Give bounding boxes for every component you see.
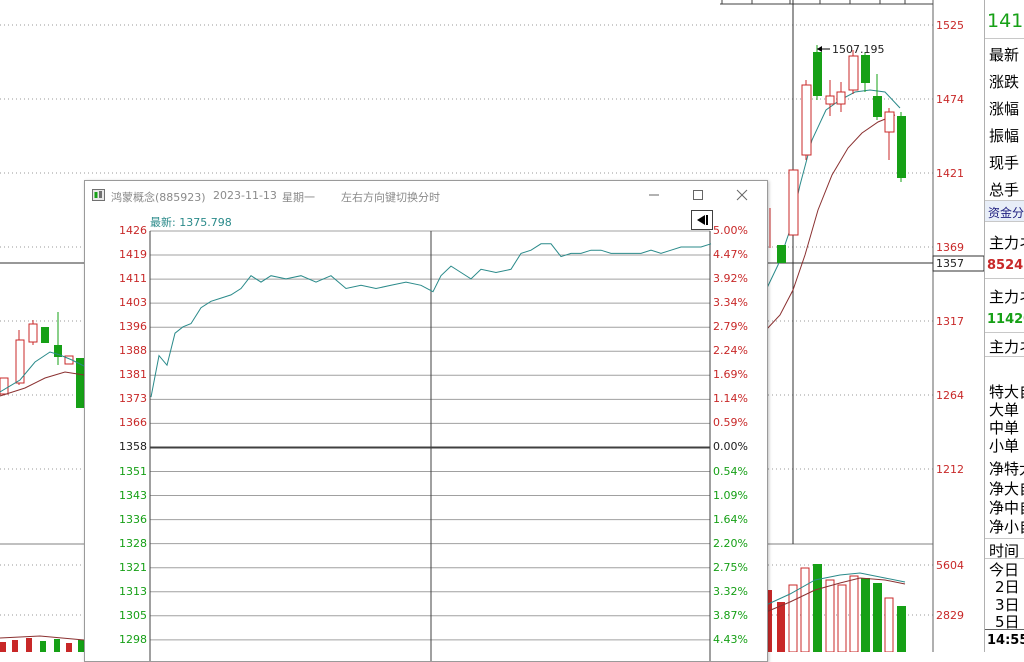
- intraday-price-tick: 1328: [119, 536, 147, 550]
- intraday-price-tick: 1305: [119, 608, 147, 622]
- intraday-price-tick: 1313: [119, 584, 147, 598]
- intraday-pct-tick: 3.92%: [713, 272, 748, 286]
- order-label: 净小自: [989, 518, 1024, 536]
- latest-price-value: 141: [987, 10, 1024, 32]
- order-label: 净大自: [989, 480, 1024, 498]
- order-label: 净中自: [989, 499, 1024, 517]
- quote-info-panel: 141 最新 涨跌 涨幅 振幅 现手 总手 资金分 主力ネ 85248 主力ネ …: [984, 0, 1024, 652]
- intraday-pct-tick: 4.43%: [713, 632, 748, 646]
- intraday-price-tick: 1336: [119, 512, 147, 526]
- intraday-price-tick: 1396: [119, 320, 147, 334]
- intraday-gridlines: [150, 230, 710, 641]
- price-tick: 1369: [936, 241, 964, 254]
- intraday-price-tick: 1343: [119, 488, 147, 502]
- intraday-pct-tick: 0.59%: [713, 416, 748, 430]
- intraday-price-tick: 1381: [119, 368, 147, 382]
- label-amplitude: 振幅: [989, 127, 1020, 145]
- intraday-price-tick: 1419: [119, 248, 147, 262]
- label-current-volume: 现手: [989, 154, 1020, 172]
- label-latest: 最新: [989, 46, 1020, 64]
- intraday-price-tick: 1321: [119, 560, 147, 574]
- intraday-pct-tick: 1.09%: [713, 488, 748, 502]
- intraday-pct-tick: 2.75%: [713, 560, 748, 574]
- intraday-pct-tick: 2.20%: [713, 536, 748, 550]
- volume-tick: 5604: [936, 559, 964, 572]
- intraday-price-tick: 1403: [119, 296, 147, 310]
- price-tick: 1474: [936, 93, 964, 106]
- main-flow-label-1: 主力ネ: [989, 234, 1024, 252]
- intraday-pct-tick: 1.69%: [713, 368, 748, 382]
- intraday-price-tick: 1373: [119, 392, 147, 406]
- intraday-price-tick: 1426: [119, 224, 147, 237]
- label-change: 涨跌: [989, 73, 1020, 91]
- intraday-price-tick: 1351: [119, 464, 147, 478]
- order-label: 小单: [989, 437, 1020, 455]
- price-tick: 1421: [936, 167, 964, 180]
- main-flow-label-3: 主力ネ: [989, 338, 1024, 356]
- top-toolbar-edge: [720, 0, 933, 5]
- intraday-chart[interactable]: [85, 181, 767, 661]
- intraday-pct-tick: 1.14%: [713, 392, 748, 406]
- intraday-price-tick: 1366: [119, 416, 147, 430]
- intraday-price-tick: 1411: [119, 272, 147, 286]
- main-flow-label-2: 主力ネ: [989, 288, 1024, 306]
- intraday-pct-tick: 3.87%: [713, 608, 748, 622]
- intraday-pct-tick: 2.24%: [713, 344, 748, 358]
- intraday-pct-tick: 3.32%: [713, 584, 748, 598]
- intraday-pct-tick: 5.00%: [713, 224, 748, 237]
- price-tick: 1317: [936, 315, 964, 328]
- price-axis-labels: 1525 1474 1421 1369 1317 1264 1212: [936, 19, 964, 476]
- label-change-pct: 涨幅: [989, 100, 1020, 118]
- high-marker-label: 1507.195: [832, 43, 885, 56]
- order-label: 净特大: [989, 460, 1024, 478]
- intraday-price-tick: 1358: [119, 440, 147, 454]
- fund-flow-tab[interactable]: 资金分: [985, 200, 1024, 222]
- crosshair-price-label: 1357: [936, 257, 964, 270]
- intraday-pct-tick: 1.64%: [713, 512, 748, 526]
- price-tick: 1212: [936, 463, 964, 476]
- label-total-volume: 总手: [989, 181, 1020, 199]
- main-flow-value-2: 11420: [987, 312, 1024, 327]
- intraday-pct-tick: 2.79%: [713, 320, 748, 334]
- intraday-pct-tick: 4.47%: [713, 248, 748, 262]
- intraday-pct-tick: 0.54%: [713, 464, 748, 478]
- intraday-price-tick: 1298: [119, 632, 147, 646]
- price-tick: 1525: [936, 19, 964, 32]
- intraday-popup-window[interactable]: 鸿蒙概念(885923) 2023-11-13 星期一 左右方向键切换分时 最新…: [84, 180, 768, 662]
- volume-tick: 2829: [936, 609, 964, 622]
- intraday-price-tick: 1388: [119, 344, 147, 358]
- candles-right: [765, 45, 906, 331]
- clock: 14:55: [987, 633, 1024, 648]
- candles-left: [0, 312, 85, 408]
- price-tick: 1264: [936, 389, 964, 402]
- main-flow-value-1: 85248: [987, 258, 1024, 273]
- intraday-pct-tick: 0.00%: [713, 440, 748, 454]
- intraday-pct-tick: 3.34%: [713, 296, 748, 310]
